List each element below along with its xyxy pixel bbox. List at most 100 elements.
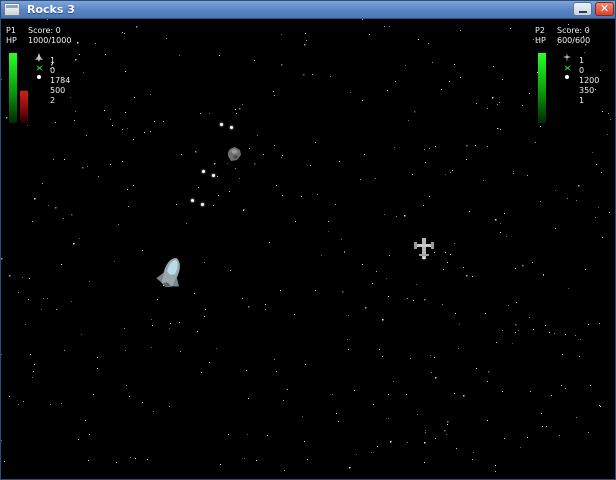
star — [545, 325, 546, 326]
star — [110, 119, 111, 120]
title-bar[interactable]: Rocks 3 ✕ — [1, 1, 615, 19]
star — [508, 305, 509, 306]
drone-icon — [36, 65, 43, 71]
star — [500, 129, 501, 130]
star — [152, 325, 153, 326]
star — [154, 121, 155, 122]
star — [554, 333, 555, 334]
star — [243, 210, 244, 211]
close-button[interactable]: ✕ — [595, 2, 614, 16]
star — [522, 105, 523, 106]
star — [609, 212, 610, 213]
window-title: Rocks 3 — [27, 3, 75, 16]
star — [360, 179, 361, 180]
star — [176, 204, 177, 205]
star — [114, 261, 115, 262]
star — [428, 43, 429, 44]
star — [34, 198, 36, 200]
star — [64, 159, 65, 160]
star — [546, 426, 547, 427]
star — [592, 152, 593, 153]
star — [425, 432, 426, 433]
star — [32, 221, 33, 222]
star — [527, 175, 528, 176]
star — [127, 189, 128, 190]
star — [75, 59, 77, 61]
star — [9, 396, 10, 397]
star — [424, 462, 425, 463]
star — [599, 323, 600, 324]
star — [460, 77, 461, 78]
star — [124, 328, 125, 329]
star — [23, 401, 24, 402]
p1-score: Score: 0 — [28, 26, 61, 35]
star — [209, 362, 210, 363]
game-canvas[interactable]: P1 Score: 0 HP 1000/1000 1 0 1784 500 2 … — [1, 19, 615, 479]
star — [472, 276, 473, 277]
star — [53, 159, 54, 160]
star — [82, 167, 84, 169]
ship-icon — [35, 53, 43, 62]
p1-hp-label: HP — [6, 36, 17, 45]
star — [88, 460, 89, 461]
star — [476, 103, 477, 104]
star — [179, 322, 180, 323]
star — [61, 264, 62, 265]
star — [128, 206, 129, 207]
star — [304, 441, 305, 442]
star — [497, 128, 498, 129]
star — [112, 125, 113, 126]
star — [551, 395, 552, 396]
star — [200, 113, 201, 114]
close-icon: ✕ — [599, 2, 610, 15]
p1-hp-value: 1000/1000 — [28, 36, 72, 45]
star — [1, 440, 2, 441]
star — [458, 348, 459, 349]
star — [247, 434, 248, 435]
minimize-button[interactable] — [573, 2, 592, 16]
star — [599, 405, 600, 406]
p1-hp-bar — [9, 53, 17, 123]
bullet — [212, 174, 215, 177]
star — [450, 254, 451, 255]
star — [116, 462, 117, 463]
star — [455, 313, 456, 314]
star — [239, 178, 240, 179]
star — [510, 28, 511, 29]
star — [86, 135, 87, 136]
ammo-dot-icon — [565, 75, 569, 79]
star — [274, 359, 275, 360]
star — [463, 267, 464, 268]
bullet — [191, 199, 194, 202]
star — [485, 313, 486, 314]
star — [435, 146, 436, 147]
star — [338, 421, 339, 422]
star — [125, 71, 126, 72]
star — [384, 214, 385, 215]
star — [122, 161, 123, 162]
star — [576, 417, 577, 418]
star — [443, 269, 444, 270]
star — [281, 157, 282, 158]
star — [214, 163, 216, 165]
star — [274, 95, 275, 96]
star — [239, 108, 241, 110]
star — [424, 149, 425, 150]
star — [580, 339, 581, 340]
star — [186, 223, 187, 224]
star — [306, 40, 307, 41]
p1-stat-ammo: 1784 — [50, 76, 71, 85]
star — [362, 19, 363, 20]
star — [502, 330, 503, 331]
star — [41, 309, 42, 310]
star — [342, 291, 344, 293]
star — [281, 34, 282, 35]
star — [373, 404, 374, 405]
star — [418, 39, 419, 40]
star — [533, 329, 534, 330]
star — [377, 446, 378, 447]
star — [98, 176, 99, 177]
star — [244, 458, 245, 459]
star — [601, 172, 602, 173]
star — [181, 154, 182, 155]
